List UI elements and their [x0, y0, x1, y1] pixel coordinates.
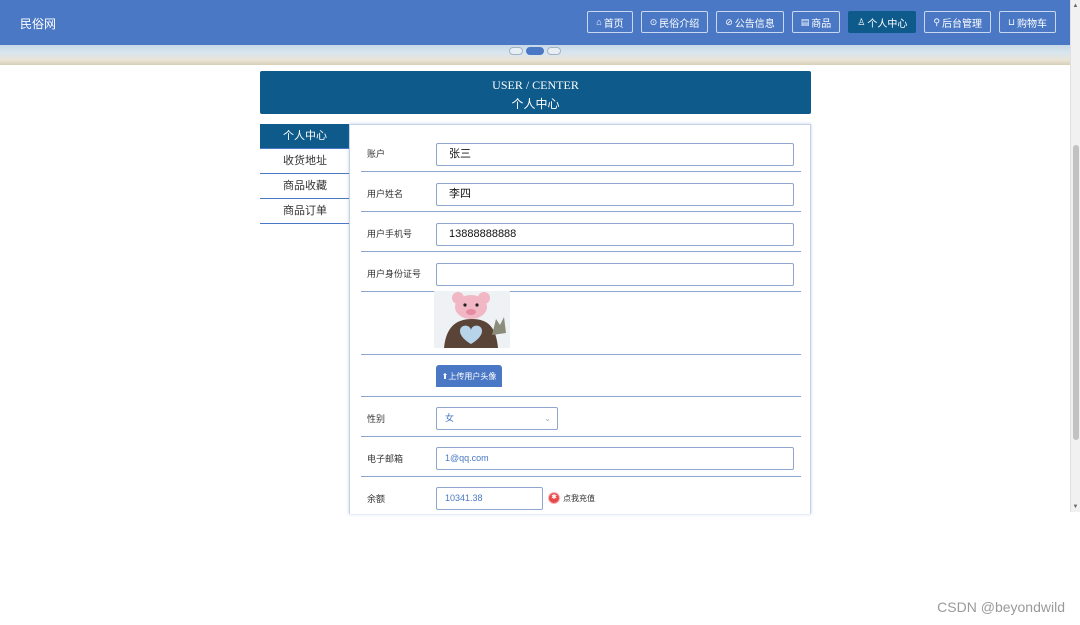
- nav-label: 商品: [811, 18, 832, 30]
- sidebar-item-address[interactable]: 收货地址: [260, 149, 350, 174]
- carousel-dot[interactable]: [509, 47, 523, 55]
- nav-label: 个人中心: [867, 18, 908, 30]
- user-icon: ♙: [857, 16, 866, 27]
- scroll-up-icon[interactable]: ▲: [1071, 2, 1080, 10]
- section-title: USER / CENTER 个人中心: [260, 71, 811, 114]
- nav-folk-intro-button[interactable]: ⊙ 民俗介绍: [640, 11, 709, 33]
- info-icon: ⊙: [649, 16, 658, 27]
- user-name-label: 用户姓名: [367, 189, 404, 199]
- nav-goods-button[interactable]: ▤ 商品: [791, 11, 841, 33]
- nav-label: 后台管理: [941, 18, 982, 30]
- nav-label: 民俗介绍: [659, 18, 700, 30]
- gender-value: 女: [445, 413, 455, 423]
- form-row-upload: ⬆上传用户头像: [361, 354, 801, 397]
- phone-input[interactable]: 13888888888: [436, 223, 794, 246]
- form-row-phone: 用户手机号 13888888888: [361, 211, 801, 252]
- form-row-user-name: 用户姓名 李四: [361, 171, 801, 212]
- profile-form: 账户 张三 用户姓名 李四 用户手机号 13888888888 用户身份证号 ⬆…: [349, 124, 811, 514]
- account-label: 账户: [367, 149, 386, 159]
- id-card-label: 用户身份证号: [367, 269, 422, 279]
- form-row-email: 电子邮箱 1@qq.com: [361, 436, 801, 477]
- recharge-link[interactable]: ✱ 点我充值: [548, 492, 595, 504]
- goods-icon: ▤: [800, 16, 810, 27]
- nav-home-button[interactable]: ⌂ 首页: [587, 11, 633, 33]
- form-row-balance: 余额 10341.38 ✱ 点我充值: [361, 476, 801, 514]
- form-row-id-card: 用户身份证号: [361, 251, 801, 292]
- upload-avatar-button[interactable]: ⬆上传用户头像: [436, 365, 502, 387]
- user-name-input[interactable]: 李四: [436, 183, 794, 206]
- top-navbar: 民俗网 ⌂ 首页 ⊙ 民俗介绍 ⊘ 公告信息 ▤ 商品 ♙ 个人中心 ⚲ 后台管理 ⊔ 购物车: [0, 0, 1070, 45]
- sidebar-item-favorites[interactable]: 商品收藏: [260, 174, 350, 199]
- carousel-indicators: [509, 47, 564, 55]
- nav-user-center-button[interactable]: ♙ 个人中心: [848, 11, 917, 33]
- avatar-image: [434, 291, 510, 348]
- form-row-gender: 性别 女 ⌄: [361, 396, 801, 437]
- chevron-down-icon: ⌄: [544, 414, 551, 423]
- account-input[interactable]: 张三: [436, 143, 794, 166]
- email-input[interactable]: 1@qq.com: [436, 447, 794, 470]
- nav-admin-button[interactable]: ⚲ 后台管理: [924, 11, 991, 33]
- recharge-icon: ✱: [548, 492, 560, 504]
- sidebar-item-user-center[interactable]: 个人中心: [260, 124, 350, 149]
- recharge-label: 点我充值: [563, 493, 595, 503]
- form-row-avatar: [361, 291, 801, 355]
- cart-icon: ⊔: [1007, 16, 1015, 27]
- upload-label: 上传用户头像: [448, 372, 497, 381]
- carousel-dot[interactable]: [547, 47, 561, 55]
- section-title-cn: 个人中心: [511, 97, 560, 111]
- balance-input[interactable]: 10341.38: [436, 487, 543, 510]
- section-title-en: USER / CENTER: [492, 78, 579, 92]
- link-icon: ⚲: [933, 16, 940, 27]
- sidebar-menu: 个人中心 收货地址 商品收藏 商品订单: [260, 124, 350, 224]
- scroll-thumb[interactable]: [1073, 145, 1079, 440]
- gender-label: 性别: [367, 414, 386, 424]
- nav-announcement-button[interactable]: ⊘ 公告信息: [716, 11, 784, 33]
- carousel-dot-active[interactable]: [526, 47, 544, 55]
- gender-select[interactable]: 女 ⌄: [436, 407, 558, 430]
- nav-label: 首页: [603, 18, 624, 30]
- phone-label: 用户手机号: [367, 229, 413, 239]
- email-label: 电子邮箱: [367, 454, 404, 464]
- watermark: CSDN @beyondwild: [937, 599, 1065, 615]
- nav-cart-button[interactable]: ⊔ 购物车: [998, 11, 1056, 33]
- main-nav: ⌂ 首页 ⊙ 民俗介绍 ⊘ 公告信息 ▤ 商品 ♙ 个人中心 ⚲ 后台管理 ⊔ 购物车: [579, 11, 1056, 33]
- site-logo[interactable]: 民俗网: [20, 15, 56, 32]
- user-avatar: [434, 291, 510, 348]
- nav-label: 公告信息: [734, 18, 775, 30]
- scroll-down-icon[interactable]: ▼: [1071, 503, 1080, 511]
- form-row-account: 账户 张三: [361, 135, 801, 172]
- nav-label: 购物车: [1017, 18, 1047, 30]
- balance-label: 余额: [367, 494, 386, 504]
- banner-carousel: [0, 45, 1070, 65]
- id-card-input[interactable]: [436, 263, 794, 286]
- notice-icon: ⊘: [725, 16, 733, 27]
- home-icon: ⌂: [596, 17, 602, 27]
- sidebar-item-orders[interactable]: 商品订单: [260, 199, 350, 224]
- page-scrollbar[interactable]: ▲ ▼: [1070, 0, 1080, 512]
